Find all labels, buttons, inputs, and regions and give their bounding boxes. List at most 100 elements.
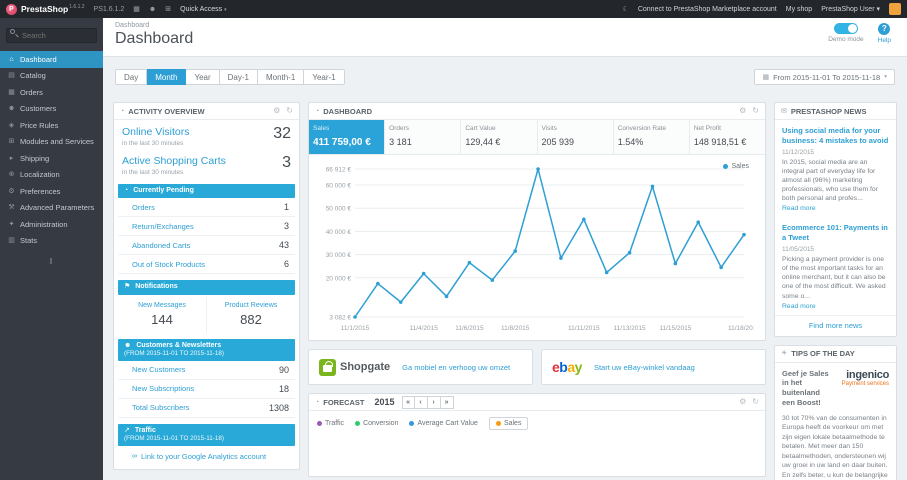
new-subscriptions-link[interactable]: New Subscriptions <box>132 384 194 393</box>
row-value: 18 <box>278 383 289 394</box>
kpi-cart-value[interactable]: Cart Value 129,44 € <box>461 120 538 154</box>
gear-icon[interactable]: ⚙ <box>739 107 746 115</box>
tip-body: 30 tot 70% van de consumenten in Europa … <box>782 414 888 479</box>
kpi-orders[interactable]: Orders 3 181 <box>385 120 462 154</box>
online-visitors-link[interactable]: Online Visitors <box>122 126 190 138</box>
brand-text: PrestaShop <box>21 4 69 14</box>
sidebar-collapse-icon[interactable]: ‖ <box>0 257 103 266</box>
read-more-link[interactable]: Read more <box>782 303 889 310</box>
user-icon[interactable]: ☻ <box>149 6 156 13</box>
kpi-label: Conversion Rate <box>617 125 667 132</box>
abandoned-carts-link[interactable]: Abandoned Carts <box>132 241 190 250</box>
shopgate-promo-link[interactable]: Ga mobiel en verhoog uw omzet <box>402 363 510 372</box>
sidebar-item-catalog[interactable]: ▤ Catalog <box>0 68 103 85</box>
out-of-stock-link[interactable]: Out of Stock Products <box>132 260 205 269</box>
next-page-button[interactable]: › <box>427 395 441 409</box>
svg-text:60 000 €: 60 000 € <box>326 183 352 190</box>
sidebar-item-shipping[interactable]: ▸ Shipping <box>0 150 103 167</box>
product-reviews-link[interactable]: Product Reviews <box>209 302 293 309</box>
google-analytics-link[interactable]: ∞ Link to your Google Analytics account <box>118 446 295 469</box>
filter-year-button[interactable]: Year <box>186 69 220 85</box>
link-icon: ∞ <box>132 452 137 460</box>
row-value: 3 <box>283 221 289 232</box>
demo-mode-label: Demo mode <box>828 36 864 43</box>
sidebar-item-dashboard[interactable]: ⌂ Dashboard <box>0 51 103 68</box>
read-more-link[interactable]: Read more <box>782 205 889 212</box>
svg-text:11/13/2015: 11/13/2015 <box>614 325 646 332</box>
sidebar-item-administration[interactable]: ✦ Administration <box>0 216 103 233</box>
sidebar-item-modules[interactable]: ⊞ Modules and Services <box>0 134 103 151</box>
sales-chart: 66 912 € 60 000 € 50 000 € 40 000 € 30 000 €… <box>326 167 761 333</box>
sidebar-item-stats[interactable]: ▥ Stats <box>0 233 103 250</box>
news-article: Ecommerce 101: Payments in a Tweet 11/05… <box>775 217 896 314</box>
kpi-net-profit[interactable]: Net Profit 148 918,51 € <box>689 120 766 154</box>
user-menu[interactable]: PrestaShop User ▾ <box>821 5 880 13</box>
legend-dot <box>495 421 501 426</box>
kpi-sales[interactable]: Sales 411 759,00 € <box>309 120 386 154</box>
kpi-visits[interactable]: Visits 205 939 <box>537 120 614 154</box>
refresh-icon[interactable]: ↻ <box>752 107 759 115</box>
sidebar-item-label: Price Rules <box>20 120 59 130</box>
kpi-conversion-rate[interactable]: Conversion Rate 1.54% <box>613 120 690 154</box>
quick-access-menu[interactable]: Quick Access ▾ <box>180 6 226 13</box>
forecast-legend-traffic[interactable]: Traffic <box>317 420 344 427</box>
new-customers-link[interactable]: New Customers <box>132 365 185 374</box>
search-input[interactable] <box>6 28 97 43</box>
gear-icon[interactable]: ⚙ <box>739 398 746 406</box>
forecast-year[interactable]: 2015 <box>374 397 394 407</box>
modules-icon[interactable]: ⊞ <box>165 6 171 13</box>
filter-month-button[interactable]: Month <box>147 69 187 85</box>
avatar[interactable] <box>889 3 901 15</box>
returns-link[interactable]: Return/Exchanges <box>132 222 194 231</box>
forecast-legend-average-cart-value[interactable]: Average Cart Value <box>409 420 478 427</box>
filter-year-1-button[interactable]: Year-1 <box>304 69 345 85</box>
gear-icon[interactable]: ⚙ <box>273 107 280 115</box>
sidebar-item-customers[interactable]: ☻ Customers <box>0 101 103 118</box>
help-button[interactable]: ? Help <box>878 23 891 44</box>
sidebar-item-advanced-parameters[interactable]: ⚒ Advanced Parameters <box>0 200 103 217</box>
clock-icon: ◔ <box>120 107 125 115</box>
online-visitors-sub: in the last 30 minutes <box>122 140 184 147</box>
demo-mode-toggle[interactable] <box>833 23 858 34</box>
forecast-legend-conversion[interactable]: Conversion <box>355 420 398 427</box>
article-title-link[interactable]: Ecommerce 101: Payments in a Tweet <box>782 223 889 243</box>
brand-name: PrestaShop1.6.1.2 <box>21 4 85 14</box>
sidebar-item-price-rules[interactable]: ◈ Price Rules <box>0 117 103 134</box>
refresh-icon[interactable]: ↻ <box>752 398 759 406</box>
last-page-button[interactable]: » <box>440 395 454 409</box>
sidebar-item-localization[interactable]: ⊕ Localization <box>0 167 103 184</box>
first-page-button[interactable]: « <box>401 395 415 409</box>
date-range-button[interactable]: ▦ From 2015-11-01 To 2015-11-18 ▾ <box>754 69 895 85</box>
article-title-link[interactable]: Using social media for your business: 4 … <box>782 126 889 146</box>
cart-icon[interactable]: ▦ <box>133 6 140 13</box>
sidebar-item-label: Administration <box>20 219 68 229</box>
new-messages-link[interactable]: New Messages <box>120 302 204 309</box>
my-shop-link[interactable]: My shop <box>786 6 812 13</box>
ingenico-logo-text: ingenico <box>846 368 889 381</box>
moon-icon[interactable]: ☾ <box>623 6 629 13</box>
help-label: Help <box>877 37 891 44</box>
search-icon <box>10 29 15 34</box>
article-date: 11/12/2015 <box>782 148 815 156</box>
demo-mode-control: Demo mode <box>828 23 864 44</box>
refresh-icon[interactable]: ↻ <box>286 107 293 115</box>
chevron-down-icon: ▾ <box>876 6 880 13</box>
pending-row: Return/Exchanges 3 <box>118 217 295 237</box>
marketplace-link[interactable]: Connect to PrestaShop Marketplace accoun… <box>638 6 777 13</box>
ebay-promo-link[interactable]: Start uw eBay-winkel vandaag <box>594 363 695 372</box>
filter-month-1-button[interactable]: Month-1 <box>257 69 305 85</box>
active-carts-link[interactable]: Active Shopping Carts <box>122 155 226 167</box>
ingenico-logo-subtext: Payment services <box>841 380 889 387</box>
previous-page-button[interactable]: ‹ <box>414 395 428 409</box>
customers-newsletters-header: ☻ Customers & Newsletters (FROM 2015-11-… <box>118 338 295 361</box>
ingenico-logo: ingenico Payment services <box>841 368 890 408</box>
sidebar-item-preferences[interactable]: ⚙ Preferences <box>0 183 103 200</box>
page-title: Dashboard <box>115 30 194 47</box>
filter-day-1-button[interactable]: Day-1 <box>219 69 258 85</box>
find-more-news-link[interactable]: Find more news <box>775 314 896 336</box>
total-subscribers-link[interactable]: Total Subscribers <box>132 403 190 412</box>
sidebar-item-orders[interactable]: ▦ Orders <box>0 84 103 101</box>
orders-link[interactable]: Orders <box>132 203 155 212</box>
filter-day-button[interactable]: Day <box>115 69 148 85</box>
forecast-legend-sales[interactable]: Sales <box>488 417 529 430</box>
